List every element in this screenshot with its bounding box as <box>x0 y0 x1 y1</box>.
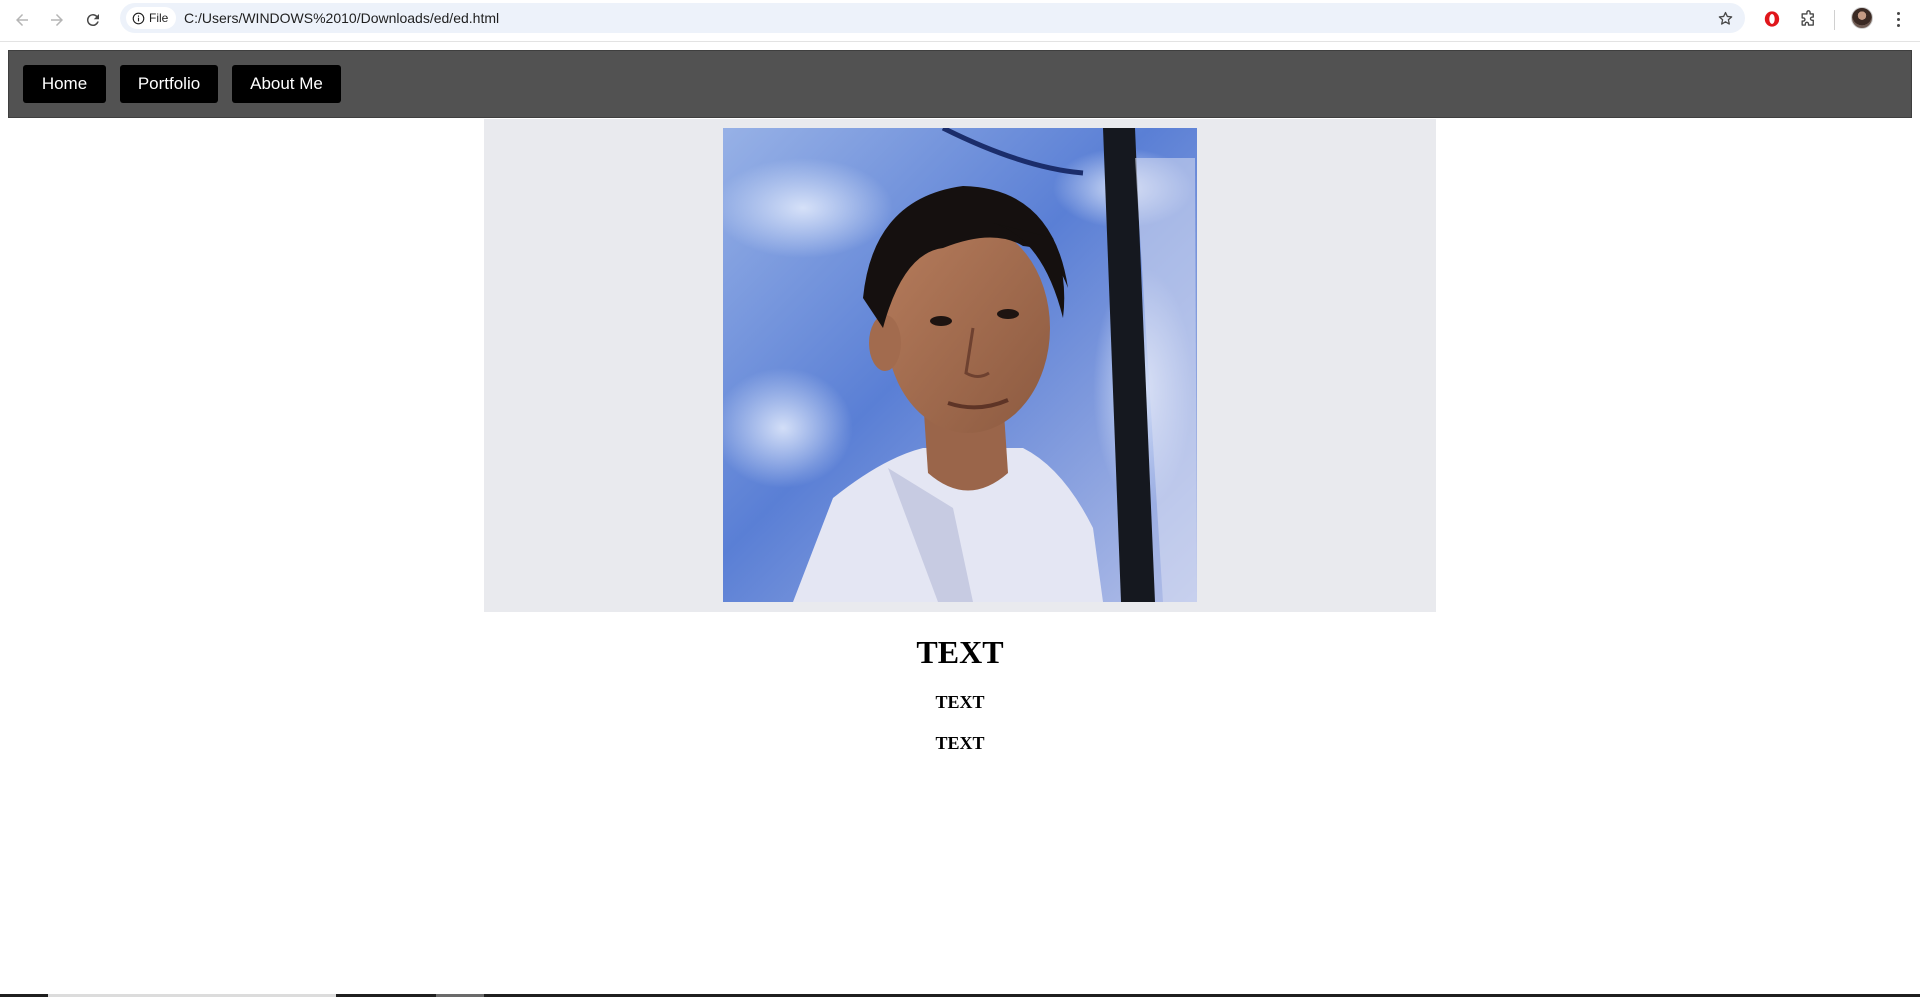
toolbar-divider <box>1834 10 1835 30</box>
site-chip-label: File <box>149 11 169 25</box>
arrow-left-icon <box>16 14 28 26</box>
nav-home-button[interactable]: Home <box>23 65 106 103</box>
browser-toolbar: File C:/Users/WINDOWS%2010/Downloads/ed/… <box>0 0 1920 42</box>
subheading-1: TEXT <box>935 692 985 712</box>
hero-section <box>484 119 1436 612</box>
url-text[interactable]: C:/Users/WINDOWS%2010/Downloads/ed/ed.ht… <box>184 10 499 26</box>
reload-icon <box>86 14 99 27</box>
site-navbar: Home Portfolio About Me <box>8 50 1912 118</box>
bookmark-button[interactable] <box>1715 8 1735 28</box>
site-info-chip[interactable]: File <box>126 7 177 29</box>
nav-portfolio-button[interactable]: Portfolio <box>120 65 218 103</box>
back-button[interactable] <box>8 6 36 34</box>
info-icon <box>132 12 145 24</box>
nav-about-me-button[interactable]: About Me <box>232 65 341 103</box>
portrait-illustration <box>723 128 1197 602</box>
more-vert-icon[interactable] <box>1890 8 1906 30</box>
arrow-right-icon <box>51 14 63 26</box>
forward-button[interactable] <box>43 6 71 34</box>
subheading-2: TEXT <box>935 733 985 753</box>
page-heading: TEXT <box>916 634 1004 670</box>
address-bar[interactable]: File C:/Users/WINDOWS%2010/Downloads/ed/… <box>120 3 1745 33</box>
avatar[interactable] <box>1851 7 1873 29</box>
puzzle-icon[interactable] <box>1797 8 1819 30</box>
star-icon <box>1718 11 1732 25</box>
opera-extension-icon[interactable] <box>1761 8 1783 30</box>
reload-button[interactable] <box>79 6 107 34</box>
profile-photo <box>723 128 1197 602</box>
